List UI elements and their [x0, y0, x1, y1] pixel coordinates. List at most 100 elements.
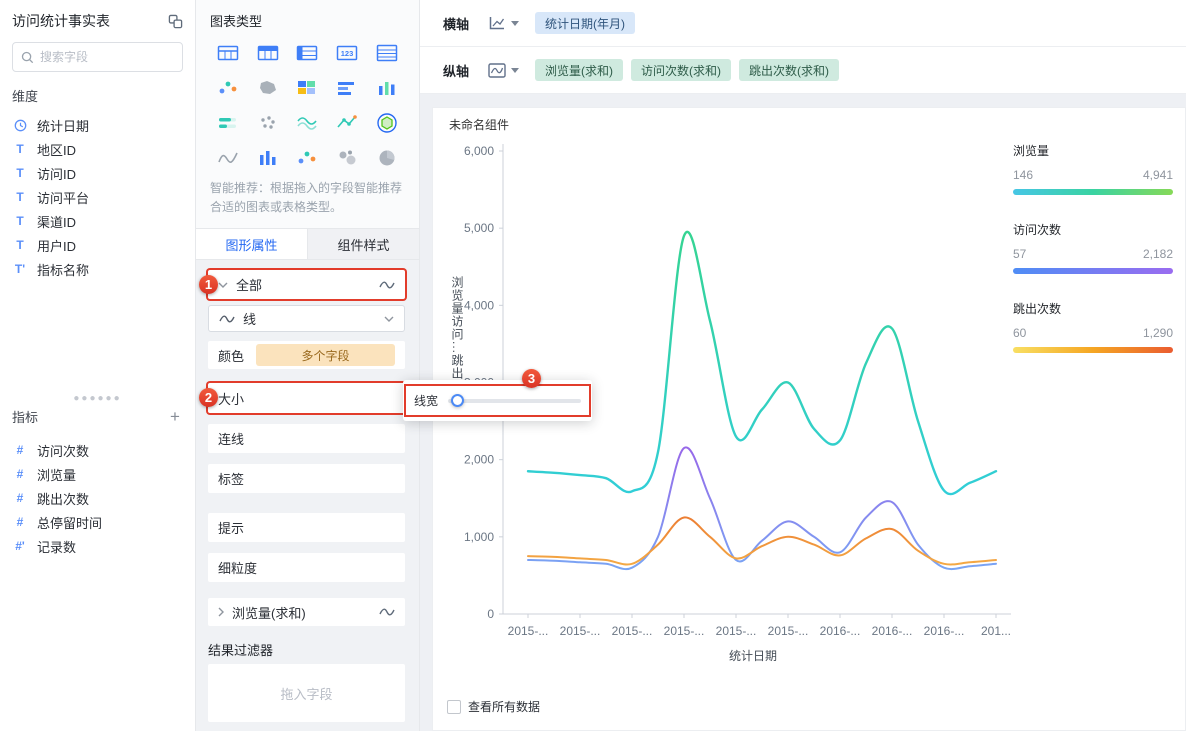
y-field-tag[interactable]: 访问次数(求和)	[631, 59, 731, 81]
view-all-data-checkbox[interactable]	[447, 699, 461, 714]
field-item-measure[interactable]: #' 记录数	[0, 534, 195, 558]
field-item-dimension[interactable]: 统计日期	[0, 113, 195, 137]
filter-drop-zone[interactable]: 拖入字段	[208, 664, 405, 723]
y-axis-type-icon	[487, 62, 507, 79]
chart-type-radar-icon[interactable]	[367, 110, 407, 136]
chart-type-crosstab-icon[interactable]	[248, 40, 288, 66]
legend-gradient-bar	[1013, 347, 1173, 353]
legend: 浏览量 146 4,941 访问次数 57 2,182 跳出次数 60 1,290	[1013, 142, 1173, 379]
y-axis-type-selector[interactable]	[487, 62, 519, 79]
field-item-label: 总停留时间	[37, 515, 103, 531]
y-field-tags: 浏览量(求和) 访问次数(求和) 跳出次数(求和)	[535, 59, 847, 81]
x-axis-type-icon	[487, 15, 507, 32]
chart-type-scatter-icon[interactable]	[208, 75, 248, 101]
chart-type-pivot-table-icon[interactable]	[288, 40, 328, 66]
chart-type-column-icon[interactable]	[367, 75, 407, 101]
y-field-tag[interactable]: 浏览量(求和)	[535, 59, 623, 81]
chart-type-kpi-card-icon[interactable]: 123	[327, 40, 367, 66]
prop-row-1[interactable]: 标签	[208, 464, 405, 494]
dataset-header: 访问统计事实表	[0, 0, 195, 40]
add-measure-button[interactable]: +	[167, 408, 183, 425]
color-multi-field-chip[interactable]: 多个字段	[256, 344, 395, 367]
field-item-label: 渠道ID	[37, 214, 77, 230]
field-item-measure[interactable]: # 浏览量	[0, 462, 195, 486]
svg-text:1,000: 1,000	[464, 530, 494, 544]
switch-dataset-icon[interactable]	[168, 14, 183, 29]
tab-component-style[interactable]: 组件样式	[307, 229, 419, 260]
field-panel: 访问统计事实表 维度 统计日期 T 地区ID T 访问ID T 访问平台 T 渠道ID T 用户ID…	[0, 0, 196, 731]
field-item-measure[interactable]: # 跳出次数	[0, 486, 195, 510]
annotation-badge-2: 2	[199, 388, 218, 408]
shape-select[interactable]: 线	[208, 305, 405, 333]
field-item-dimension[interactable]: T 渠道ID	[0, 209, 195, 233]
chart-type-point-map-icon[interactable]	[248, 110, 288, 136]
legend-min-value: 60	[1013, 326, 1027, 340]
x-axis-type-selector[interactable]	[487, 15, 519, 32]
legend-gradient-bar	[1013, 189, 1173, 195]
search-field[interactable]	[12, 42, 183, 72]
prop-row-label: 细粒度	[218, 561, 258, 577]
size-property-label: 大小	[218, 391, 245, 407]
legend-series-name: 访问次数	[1013, 223, 1062, 237]
field-item-dimension[interactable]: T 地区ID	[0, 137, 195, 161]
text-field-icon: T	[16, 166, 24, 180]
section-all-header[interactable]: 1 全部	[199, 270, 405, 300]
text-field-icon: T	[16, 190, 24, 204]
linewidth-slider-thumb[interactable]	[451, 393, 465, 407]
chart-type-area-icon[interactable]	[288, 110, 328, 136]
chart-type-map-icon[interactable]	[248, 75, 288, 101]
field-item-dimension[interactable]: T 用户ID	[0, 233, 195, 257]
prop-row-label: 标签	[218, 472, 245, 488]
chart-type-heat-table-icon[interactable]	[288, 75, 328, 101]
x-field-tag[interactable]: 统计日期(年月)	[535, 12, 635, 34]
field-item-dimension[interactable]: T' 指标名称	[0, 257, 195, 281]
view-all-data-control[interactable]: 查看所有数据	[447, 698, 540, 715]
field-item-measure[interactable]: # 总停留时间	[0, 510, 195, 534]
plain-property-rows: 连线标签提示细粒度	[208, 424, 405, 583]
linewidth-slider[interactable]	[448, 393, 581, 407]
legend-group: 访问次数 57 2,182	[1013, 221, 1173, 274]
size-property-row[interactable]: 2 大小	[199, 383, 405, 414]
chart-type-line-icon[interactable]	[208, 145, 248, 171]
line-shape-icon	[379, 280, 395, 290]
panel-splitter[interactable]: ●●●●●●	[0, 393, 195, 405]
number-field-icon: #	[16, 467, 24, 481]
field-item-dimension[interactable]: T 访问平台	[0, 185, 195, 209]
number-field-icon: #	[16, 515, 24, 529]
tab-graphic-properties[interactable]: 图形属性	[196, 229, 307, 260]
prop-row-0[interactable]: 连线	[208, 424, 405, 454]
field-item-label: 跳出次数	[37, 491, 90, 507]
color-property-row[interactable]: 颜色 多个字段	[208, 341, 405, 370]
shape-select-value: 线	[243, 312, 257, 328]
legend-range: 146 4,941	[1013, 168, 1173, 182]
linewidth-label: 线宽	[414, 394, 439, 408]
prop-row-3[interactable]: 细粒度	[208, 553, 405, 583]
chart-type-line-scatter-icon[interactable]	[327, 110, 367, 136]
caret-down-icon	[511, 20, 519, 26]
prop-row-2[interactable]: 提示	[208, 513, 405, 543]
chart-type-table-icon[interactable]	[208, 40, 248, 66]
measures-label: 指标	[12, 410, 39, 425]
chart-type-progress-icon[interactable]	[208, 110, 248, 136]
svg-text:6,000: 6,000	[464, 144, 494, 158]
chart-type-detail-table-icon[interactable]	[367, 40, 407, 66]
smart-recommend-hint: 智能推荐：根据拖入的字段智能推荐合适的图表或表格类型。	[210, 181, 403, 214]
chart-type-histogram-icon[interactable]	[248, 145, 288, 171]
section-measure-header[interactable]: 浏览量(求和)	[208, 598, 405, 627]
field-item-label: 记录数	[37, 539, 77, 555]
section-measure-label: 浏览量(求和)	[232, 605, 306, 621]
field-item-label: 指标名称	[37, 262, 90, 278]
chart-type-bubble-icon[interactable]	[327, 145, 367, 171]
field-item-dimension[interactable]: T 访问ID	[0, 161, 195, 185]
field-item-measure[interactable]: # 访问次数	[0, 438, 195, 462]
y-field-tag[interactable]: 跳出次数(求和)	[739, 59, 839, 81]
svg-text:2016-...: 2016-...	[872, 624, 913, 638]
svg-text:2015-...: 2015-...	[560, 624, 601, 638]
linewidth-popup: 3 线宽	[403, 369, 592, 421]
chart-type-scatter-2-icon[interactable]	[288, 145, 328, 171]
chart-type-bar-icon[interactable]	[327, 75, 367, 101]
search-input[interactable]	[40, 50, 174, 64]
annotation-badge-1: 1	[199, 274, 218, 294]
annotation-badge-3: 3	[522, 369, 541, 388]
chart-type-pie-icon[interactable]	[367, 145, 407, 171]
